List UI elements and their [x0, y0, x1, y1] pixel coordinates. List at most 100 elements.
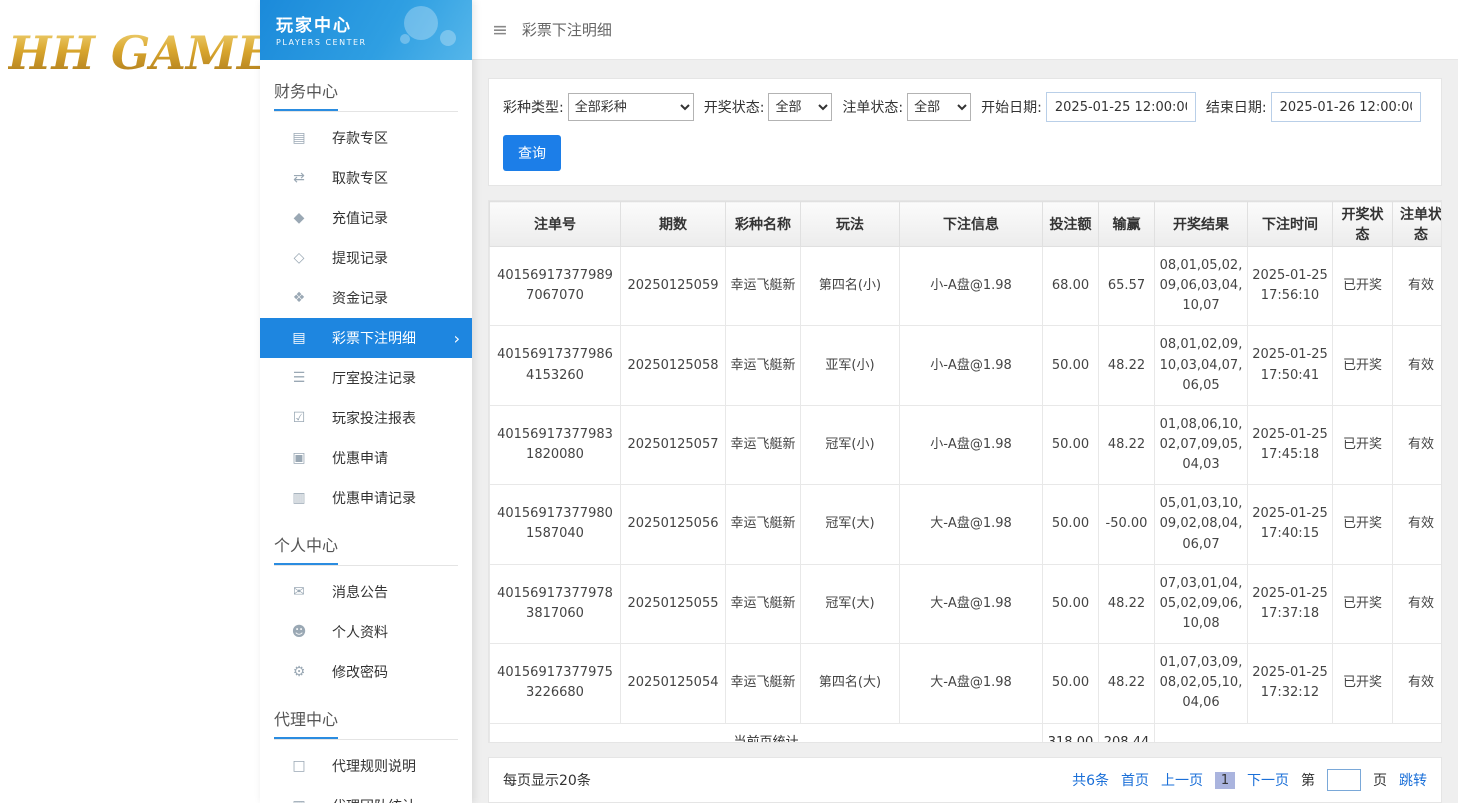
column-header: 注单状态: [1393, 202, 1443, 247]
page-total-row: 当前页统计318.00208.44: [490, 723, 1443, 743]
hamburger-icon[interactable]: ≡: [492, 19, 508, 41]
sidebar-item-label: 优惠申请: [332, 448, 388, 468]
table-cell: 大-A盘@1.98: [900, 644, 1043, 723]
table-cell: 20250125059: [621, 247, 726, 326]
first-page-link[interactable]: 首页: [1121, 770, 1149, 790]
table-cell: 20250125057: [621, 405, 726, 484]
sidebar-item-messages[interactable]: ✉ 消息公告: [260, 572, 472, 612]
draw-status-select[interactable]: 全部: [768, 93, 832, 121]
table-cell: 亚军(小): [801, 326, 900, 405]
sidebar-item-promo-apply[interactable]: ▣优惠申请: [260, 438, 472, 478]
cashout-icon: ◇: [290, 250, 308, 266]
table-cell: 第四名(小): [801, 247, 900, 326]
sidebar-item-deposit[interactable]: ▤存款专区: [260, 118, 472, 158]
table-cell: 401569173779897067070: [490, 247, 621, 326]
table-cell: 401569173779831820080: [490, 405, 621, 484]
jump-page-input[interactable]: [1327, 769, 1361, 791]
prev-page-link[interactable]: 上一页: [1161, 770, 1203, 790]
sidebar-item-withdraw[interactable]: ⇄取款专区: [260, 158, 472, 198]
sidebar-item-cashout-records[interactable]: ◇ 提现记录: [260, 238, 472, 278]
table-cell: 65.57: [1099, 247, 1155, 326]
table-cell: 20250125058: [621, 326, 726, 405]
page-size-text: 每页显示20条: [503, 770, 591, 790]
withdraw-icon: ⇄: [290, 170, 308, 186]
jump-suffix-label: 页: [1373, 770, 1387, 790]
agent-rules-icon: □: [290, 758, 308, 774]
table-cell: 2025-01-25 17:50:41: [1248, 326, 1333, 405]
table-cell: 大-A盘@1.98: [900, 485, 1043, 564]
hall-bet-icon: ☰: [290, 370, 308, 386]
table-cell: 幸运飞艇新: [726, 564, 801, 643]
bet-table: 注单号期数彩种名称玩法下注信息投注额输赢开奖结果下注时间开奖状态注单状态 401…: [489, 201, 1442, 743]
sidebar-item-hall-bet-records[interactable]: ☰ 厅室投注记录: [260, 358, 472, 398]
page-title: 彩票下注明细: [522, 19, 612, 40]
sidebar-item-label: 充值记录: [332, 208, 388, 228]
jump-prefix-label: 第: [1301, 770, 1315, 790]
current-page-indicator[interactable]: 1: [1215, 772, 1235, 789]
table-cell: 48.22: [1099, 564, 1155, 643]
table-cell: 2025-01-25 17:32:12: [1248, 644, 1333, 723]
lottery-type-select[interactable]: 全部彩种: [568, 93, 694, 121]
table-cell: 大-A盘@1.98: [900, 564, 1043, 643]
draw-status-label: 开奖状态:: [704, 97, 765, 117]
sidebar-item-promo-apply-records[interactable]: ▥优惠申请记录: [260, 478, 472, 518]
summary-label: 当前页统计: [490, 723, 1043, 743]
sidebar-item-agent-rules[interactable]: □ 代理规则说明: [260, 746, 472, 786]
table-row: 40156917377980158704020250125056幸运飞艇新冠军(…: [490, 485, 1443, 564]
table-header: 注单号期数彩种名称玩法下注信息投注额输赢开奖结果下注时间开奖状态注单状态: [490, 202, 1443, 247]
sidebar-item-label: 资金记录: [332, 288, 388, 308]
sidebar-item-profile[interactable]: ☻个人资料: [260, 612, 472, 652]
table-cell: 冠军(小): [801, 405, 900, 484]
password-icon: ⚙: [290, 664, 308, 680]
column-header: 玩法: [801, 202, 900, 247]
table-cell: 08,01,02,09,10,03,04,07,06,05: [1155, 326, 1248, 405]
table-header-row: 注单号期数彩种名称玩法下注信息投注额输赢开奖结果下注时间开奖状态注单状态: [490, 202, 1443, 247]
column-header: 投注额: [1043, 202, 1099, 247]
logo-area: HH GAME: [0, 0, 260, 803]
column-header: 下注时间: [1248, 202, 1333, 247]
sidebar-item-change-password[interactable]: ⚙修改密码: [260, 652, 472, 692]
sidebar-item-funds-records[interactable]: ❖资金记录: [260, 278, 472, 318]
start-date-input[interactable]: [1046, 92, 1196, 122]
table-cell: 48.22: [1099, 644, 1155, 723]
end-date-input[interactable]: [1271, 92, 1421, 122]
player-report-icon: ☑: [290, 410, 308, 426]
message-icon: ✉: [290, 584, 308, 600]
table-cell: 冠军(大): [801, 485, 900, 564]
table-cell: 小-A盘@1.98: [900, 247, 1043, 326]
sidebar-item-label: 玩家投注报表: [332, 408, 416, 428]
next-page-link[interactable]: 下一页: [1247, 770, 1289, 790]
column-header: 注单号: [490, 202, 621, 247]
promo-record-icon: ▥: [290, 490, 308, 506]
table-cell: 2025-01-25 17:45:18: [1248, 405, 1333, 484]
table-cell: 小-A盘@1.98: [900, 326, 1043, 405]
table-cell: 第四名(大): [801, 644, 900, 723]
search-button[interactable]: 查询: [503, 135, 561, 171]
sidebar-item-recharge-records[interactable]: ◆充值记录: [260, 198, 472, 238]
section-title: 财务中心: [274, 78, 458, 112]
sidebar-item-label: 消息公告: [332, 582, 388, 602]
app-root: HH GAME 玩家中心 PLAYERS CENTER 财务中心▤存款专区⇄取款…: [0, 0, 1458, 803]
sidebar-item-label: 代理规则说明: [332, 756, 416, 776]
summary-bet-total: 318.00: [1043, 723, 1099, 743]
brand-logo: HH GAME: [8, 26, 260, 80]
bet-table-card: 注单号期数彩种名称玩法下注信息投注额输赢开奖结果下注时间开奖状态注单状态 401…: [488, 200, 1442, 743]
sidebar-item-label: 厅室投注记录: [332, 368, 416, 388]
sidebar-item-label: 提现记录: [332, 248, 388, 268]
sidebar: 玩家中心 PLAYERS CENTER 财务中心▤存款专区⇄取款专区◆充值记录◇…: [260, 0, 472, 803]
table-cell: 有效: [1393, 485, 1443, 564]
sidebar-item-player-bet-report[interactable]: ☑ 玩家投注报表: [260, 398, 472, 438]
table-cell: 20250125054: [621, 644, 726, 723]
order-status-select[interactable]: 全部: [907, 93, 971, 121]
jump-button[interactable]: 跳转: [1399, 770, 1427, 790]
sidebar-item-agent-team-stats[interactable]: ▦代理团队统计: [260, 786, 472, 803]
table-cell: 48.22: [1099, 405, 1155, 484]
section-title: 个人中心: [274, 532, 458, 566]
table-cell: 07,03,01,04,05,02,09,06,10,08: [1155, 564, 1248, 643]
table-row: 40156917377978381706020250125055幸运飞艇新冠军(…: [490, 564, 1443, 643]
main-area: ≡ 彩票下注明细 彩种类型: 全部彩种 开奖状态: 全部 注单状态: 全部: [472, 0, 1458, 803]
deposit-icon: ▤: [290, 130, 308, 146]
table-cell: 05,01,03,10,09,02,08,04,06,07: [1155, 485, 1248, 564]
table-cell: 有效: [1393, 644, 1443, 723]
sidebar-item-lottery-bet-details[interactable]: ▤彩票下注明细›: [260, 318, 472, 358]
